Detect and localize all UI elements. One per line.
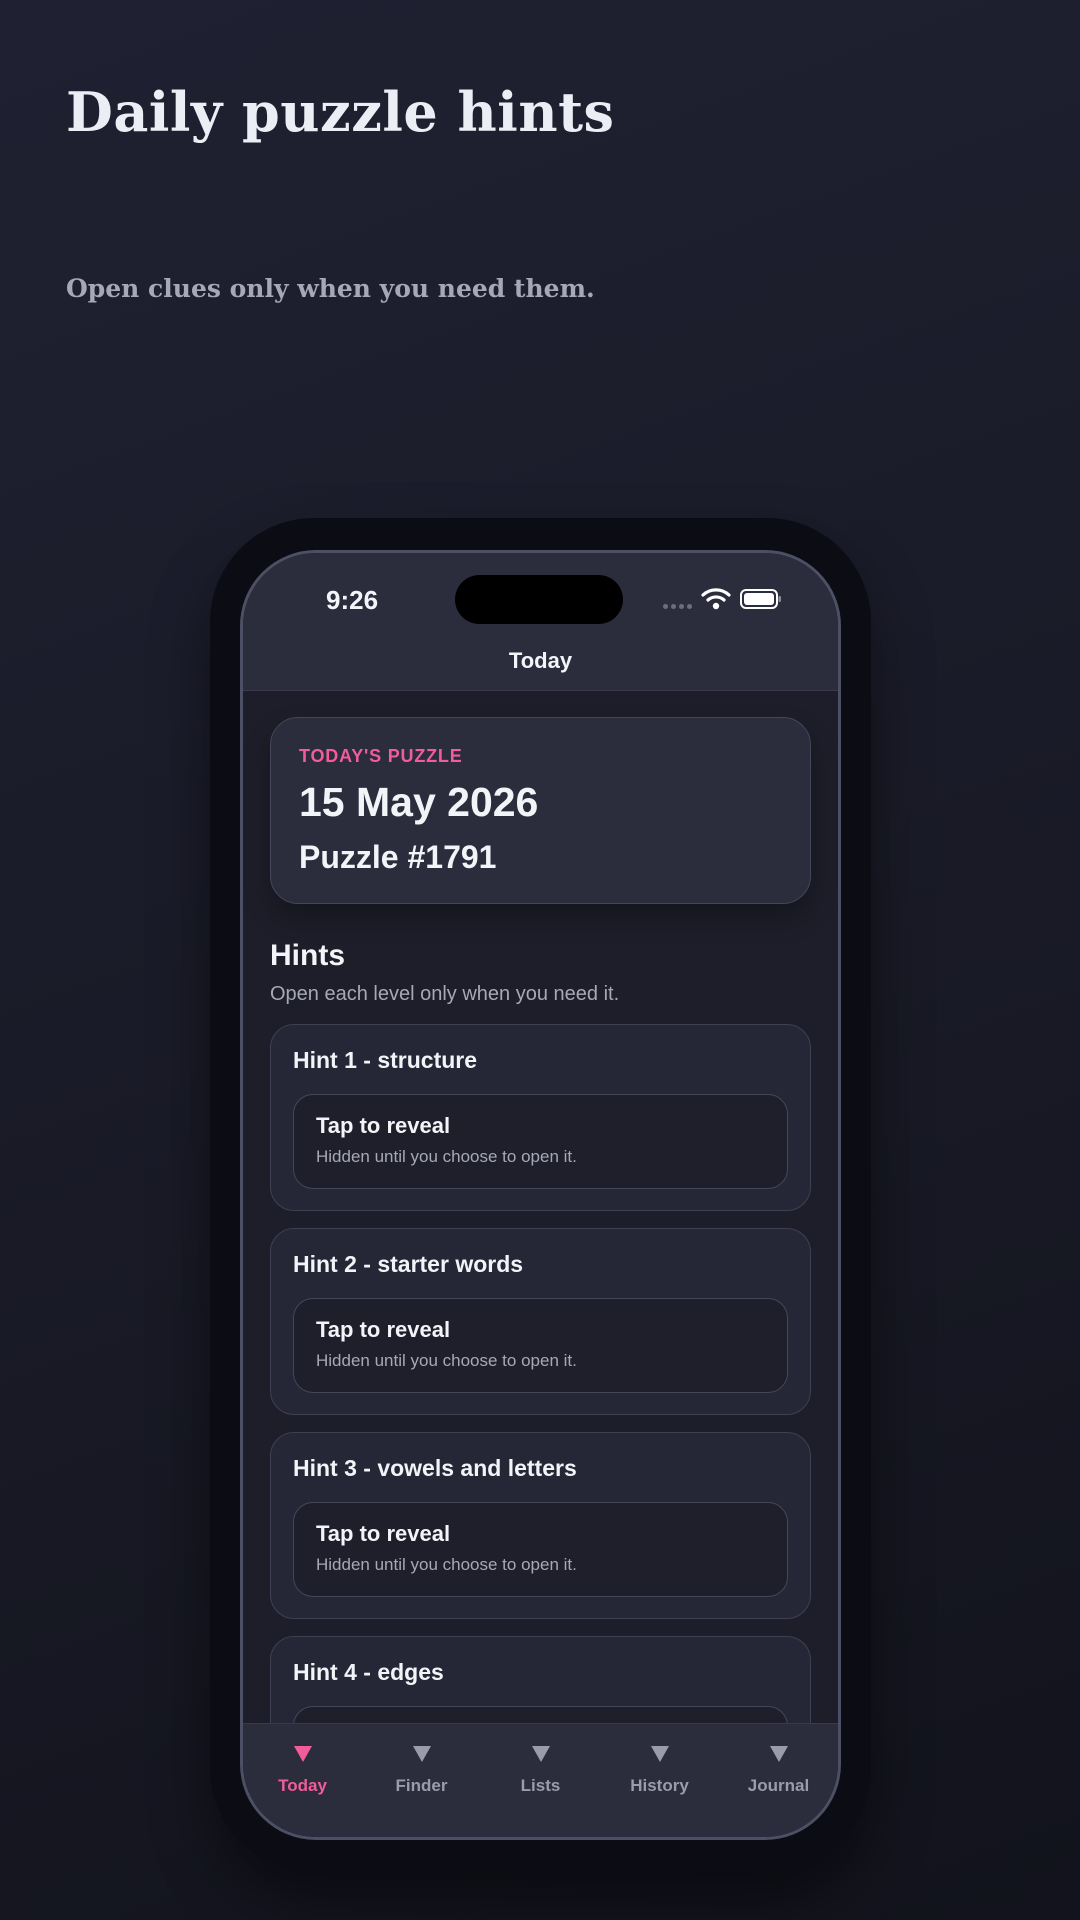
puzzle-number: Puzzle #1791 bbox=[299, 839, 497, 875]
tab-journal[interactable]: Journal bbox=[719, 1724, 838, 1837]
hint-title: Hint 2 - starter words bbox=[293, 1251, 524, 1277]
triangle-down-icon bbox=[531, 1746, 550, 1762]
puzzle-card: TODAY'S PUZZLE 15 May 2026 Puzzle #1791 bbox=[270, 717, 811, 904]
dynamic-island bbox=[455, 575, 623, 624]
top-bar: 9:26 Today bbox=[243, 553, 838, 691]
page-title: Daily puzzle hints bbox=[66, 80, 615, 144]
signal-dots-icon bbox=[663, 604, 692, 609]
hints-subheading: Open each level only when you need it. bbox=[270, 983, 620, 1005]
reveal-button-hint-1[interactable]: Tap to reveal Hidden until you choose to… bbox=[293, 1094, 788, 1189]
puzzle-date: 15 May 2026 bbox=[299, 779, 539, 825]
battery-icon bbox=[740, 589, 781, 609]
triangle-down-icon bbox=[412, 1746, 431, 1762]
hints-heading: Hints bbox=[270, 939, 345, 972]
page-subtitle: Open clues only when you need them. bbox=[66, 274, 595, 303]
phone-frame: 9:26 Today TODAY'S PUZZLE 15 May 2026 Pu… bbox=[210, 518, 871, 1872]
tab-lists[interactable]: Lists bbox=[481, 1724, 600, 1837]
reveal-label: Tap to reveal bbox=[316, 1521, 451, 1546]
reveal-description: Hidden until you choose to open it. bbox=[316, 1555, 577, 1574]
tab-label: History bbox=[630, 1776, 689, 1795]
hint-list: Hint 1 - structure Tap to reveal Hidden … bbox=[270, 1024, 811, 1723]
tab-label: Finder bbox=[395, 1776, 448, 1795]
status-time: 9:26 bbox=[326, 585, 379, 615]
reveal-label: Tap to reveal bbox=[316, 1113, 451, 1138]
tab-bar: Today Finder Lists History Journal bbox=[243, 1723, 838, 1837]
triangle-down-icon bbox=[769, 1746, 788, 1762]
tab-label: Lists bbox=[520, 1776, 561, 1795]
hint-card-2: Hint 2 - starter words Tap to reveal Hid… bbox=[270, 1228, 811, 1415]
reveal-button-hint-4[interactable] bbox=[293, 1706, 788, 1723]
reveal-button-hint-3[interactable]: Tap to reveal Hidden until you choose to… bbox=[293, 1502, 788, 1597]
phone-screen: 9:26 Today TODAY'S PUZZLE 15 May 2026 Pu… bbox=[243, 553, 838, 1837]
nav-title: Today bbox=[508, 648, 573, 673]
triangle-down-icon bbox=[650, 1746, 669, 1762]
reveal-description: Hidden until you choose to open it. bbox=[316, 1147, 577, 1166]
reveal-description: Hidden until you choose to open it. bbox=[316, 1351, 577, 1370]
scroll-content[interactable]: TODAY'S PUZZLE 15 May 2026 Puzzle #1791 … bbox=[243, 691, 838, 1723]
wifi-icon bbox=[701, 588, 731, 610]
tab-finder[interactable]: Finder bbox=[362, 1724, 481, 1837]
hint-title: Hint 3 - vowels and letters bbox=[293, 1455, 577, 1481]
reveal-label: Tap to reveal bbox=[316, 1317, 451, 1342]
tab-label: Today bbox=[278, 1776, 327, 1795]
reveal-button-hint-2[interactable]: Tap to reveal Hidden until you choose to… bbox=[293, 1298, 788, 1393]
hint-card-3: Hint 3 - vowels and letters Tap to revea… bbox=[270, 1432, 811, 1619]
hint-title: Hint 1 - structure bbox=[293, 1047, 478, 1073]
hint-card-4: Hint 4 - edges bbox=[270, 1636, 811, 1723]
phone-bezel: 9:26 Today TODAY'S PUZZLE 15 May 2026 Pu… bbox=[240, 550, 841, 1840]
puzzle-kicker: TODAY'S PUZZLE bbox=[299, 746, 463, 766]
tab-label: Journal bbox=[747, 1776, 810, 1795]
tab-today[interactable]: Today bbox=[243, 1724, 362, 1837]
hint-title: Hint 4 - edges bbox=[293, 1659, 444, 1685]
triangle-down-icon bbox=[293, 1746, 312, 1762]
hint-card-1: Hint 1 - structure Tap to reveal Hidden … bbox=[270, 1024, 811, 1211]
tab-history[interactable]: History bbox=[600, 1724, 719, 1837]
